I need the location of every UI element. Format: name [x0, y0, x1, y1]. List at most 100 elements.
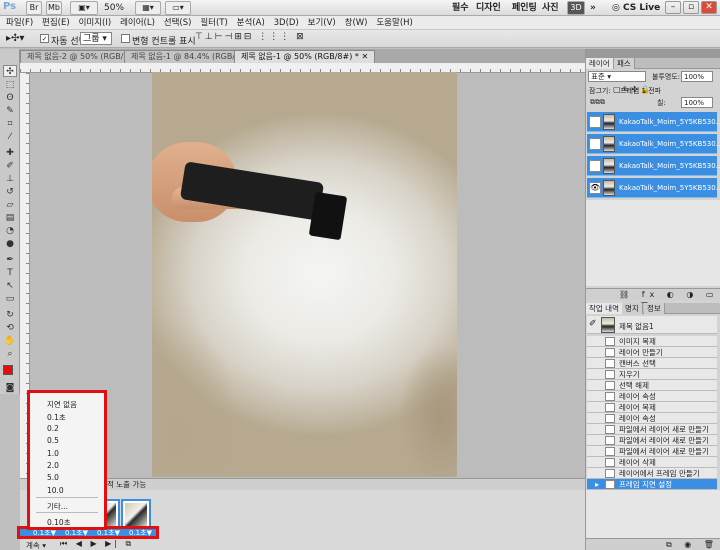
stamp-tool-icon[interactable]: ⊥	[3, 173, 17, 185]
history-item[interactable]: 선택 해제	[587, 380, 717, 391]
frame-delay-2[interactable]: 0.1초▼	[65, 529, 88, 537]
tab-paths[interactable]: 패스	[614, 58, 635, 69]
eyedropper-tool-icon[interactable]: ⁄	[3, 131, 17, 143]
layer-visibility-toggle[interactable]	[589, 116, 601, 128]
gradient-tool-icon[interactable]: ▤	[3, 212, 17, 224]
align-buttons-icon[interactable]: ⊤⊥⊢⊣⊞⊟ ⋮⋮⋮ ⊠	[195, 32, 306, 42]
history-item[interactable]: 이미지 복제	[587, 336, 717, 347]
workspace-photo[interactable]: 사진	[542, 2, 559, 14]
menu-view[interactable]: 보기(V)	[308, 16, 336, 30]
delay-option-none[interactable]: 지연 없음	[47, 399, 77, 410]
document-image[interactable]	[152, 72, 457, 477]
pen-tool-icon[interactable]: ✒	[3, 254, 17, 266]
view-extras-icon[interactable]: ▣▾	[70, 1, 98, 15]
opacity-field[interactable]: 100%	[681, 71, 713, 82]
hand-tool-icon[interactable]: ✋	[3, 335, 17, 347]
unify-icons[interactable]: ⧉⧉⧉	[590, 98, 605, 107]
3d-workspace-button[interactable]: 3D	[567, 1, 585, 15]
workspace-design[interactable]: 디자인	[476, 2, 501, 14]
playback-controls-icon[interactable]: ⏮ ◀ ▶ ▶| ⧉	[60, 539, 134, 549]
menu-filter[interactable]: 필터(T)	[200, 16, 227, 30]
history-item[interactable]: 레이어 삭제	[587, 457, 717, 468]
bridge-icon[interactable]: Br	[26, 1, 42, 15]
history-item[interactable]: 파일에서 레이어 새로 만들기	[587, 446, 717, 457]
delay-option-0-2[interactable]: 0.2	[47, 424, 59, 433]
3d-rotate-tool-icon[interactable]: ↻	[3, 309, 17, 321]
history-item[interactable]: 캔버스 선택	[587, 358, 717, 369]
move-tool-icon[interactable]: ✣	[3, 65, 17, 77]
tab-info[interactable]: 정보	[644, 303, 665, 314]
maximize-button[interactable]: ▫	[683, 1, 699, 14]
more-workspaces[interactable]: »	[590, 2, 596, 14]
frame-delay-4[interactable]: 0.1초▼	[129, 529, 152, 537]
menu-analysis[interactable]: 분석(A)	[237, 16, 265, 30]
eraser-tool-icon[interactable]: ▱	[3, 199, 17, 211]
quick-mask-icon[interactable]: ◙	[3, 382, 17, 394]
auto-select-dropdown[interactable]: 그룹 ▾	[80, 32, 112, 45]
menu-layer[interactable]: 레이어(L)	[120, 16, 155, 30]
menu-3d[interactable]: 3D(D)	[274, 16, 299, 30]
history-item[interactable]: 레이어에서 프레임 만들기	[587, 468, 717, 479]
menu-help[interactable]: 도움말(H)	[376, 16, 412, 30]
frame-delay-3[interactable]: 0.1초▼	[97, 529, 120, 537]
move-tool-preset-icon[interactable]: ▸✣▾	[6, 33, 24, 44]
history-brush-tool-icon[interactable]: ↺	[3, 186, 17, 198]
minimize-button[interactable]: –	[665, 1, 681, 14]
menu-image[interactable]: 이미지(I)	[79, 16, 112, 30]
menu-window[interactable]: 창(W)	[345, 16, 368, 30]
history-item[interactable]: 지우기	[587, 369, 717, 380]
workspace-essentials[interactable]: 필수	[452, 2, 469, 14]
layer-item[interactable]: 👁 KakaoTalk_Moim_5Y5KB530...	[587, 178, 720, 198]
dodge-tool-icon[interactable]: ●	[3, 238, 17, 250]
crop-tool-icon[interactable]: ⌗	[3, 118, 17, 130]
tab-layers[interactable]: 레이어	[586, 58, 614, 69]
layer-visibility-toggle[interactable]	[589, 160, 601, 172]
layer-visibility-toggle[interactable]	[589, 138, 601, 150]
loop-dropdown[interactable]: 계속 ▾	[26, 540, 46, 550]
layer-item[interactable]: KakaoTalk_Moim_5Y5KB530...	[587, 112, 720, 132]
history-footer-icons[interactable]: ⧉ ◉ 🗑	[586, 538, 720, 550]
history-item[interactable]: 레이어 속성	[587, 413, 717, 424]
auto-select-checkbox[interactable]: ✓	[40, 34, 49, 43]
layer-item[interactable]: KakaoTalk_Moim_5Y5KB530...	[587, 134, 720, 154]
workspace-painting[interactable]: 페인팅	[512, 2, 537, 14]
delay-option-other[interactable]: 기타...	[47, 501, 68, 512]
layers-footer-icons[interactable]: ⛓ fx ◐ ◑ ▭ ▢ 🗑	[586, 288, 720, 311]
frame-delay-1[interactable]: 0.1초▼	[33, 529, 56, 537]
history-snapshot[interactable]: ✐ 제목 없음1	[587, 316, 717, 334]
blend-mode-dropdown[interactable]: 표준 ▾	[588, 71, 646, 82]
history-item[interactable]: 레이어 복제	[587, 402, 717, 413]
path-select-tool-icon[interactable]: ↖	[3, 280, 17, 292]
fill-field[interactable]: 100%	[681, 97, 713, 108]
3d-camera-tool-icon[interactable]: ⟲	[3, 322, 17, 334]
delay-option-0-1[interactable]: 0.1초	[47, 412, 66, 423]
layer-item[interactable]: KakaoTalk_Moim_5Y5KB530...	[587, 156, 720, 176]
lasso-tool-icon[interactable]: ʘ	[3, 92, 17, 104]
menu-file[interactable]: 파일(F)	[6, 16, 33, 30]
close-icon[interactable]: ✕	[361, 52, 368, 61]
close-button[interactable]: ✕	[701, 1, 717, 14]
menu-select[interactable]: 선택(S)	[164, 16, 192, 30]
healing-tool-icon[interactable]: ✚	[3, 147, 17, 159]
delay-option-10-0[interactable]: 10.0	[47, 486, 64, 495]
delay-option-0-5[interactable]: 0.5	[47, 436, 59, 445]
tab-navigator[interactable]: 명지	[622, 303, 643, 314]
brush-tool-icon[interactable]: ✐	[3, 160, 17, 172]
eye-icon[interactable]: 👁	[589, 182, 601, 194]
blur-tool-icon[interactable]: ◔	[3, 225, 17, 237]
arrange-docs-icon[interactable]: ▦▾	[135, 1, 161, 15]
foreground-color-swatch[interactable]	[3, 365, 13, 375]
menu-edit[interactable]: 편집(E)	[42, 16, 70, 30]
cs-live[interactable]: ◎ CS Live	[612, 3, 660, 13]
history-item-selected[interactable]: ▸ 프레임 지연 설정	[587, 479, 717, 490]
show-transform-checkbox[interactable]	[121, 34, 130, 43]
delay-option-current[interactable]: 0.10초	[47, 517, 71, 528]
delay-option-2-0[interactable]: 2.0	[47, 461, 59, 470]
marquee-tool-icon[interactable]: ⬚	[3, 79, 17, 91]
minibridge-icon[interactable]: Mb	[46, 1, 62, 15]
quick-select-tool-icon[interactable]: ✎	[3, 105, 17, 117]
zoom-tool-icon[interactable]: ⌕	[3, 348, 17, 360]
tab-doc-1-50[interactable]: 제목 없음-1 @ 50% (RGB/8#) * ✕	[234, 50, 376, 63]
type-tool-icon[interactable]: T	[3, 267, 17, 279]
delay-option-5-0[interactable]: 5.0	[47, 473, 59, 482]
